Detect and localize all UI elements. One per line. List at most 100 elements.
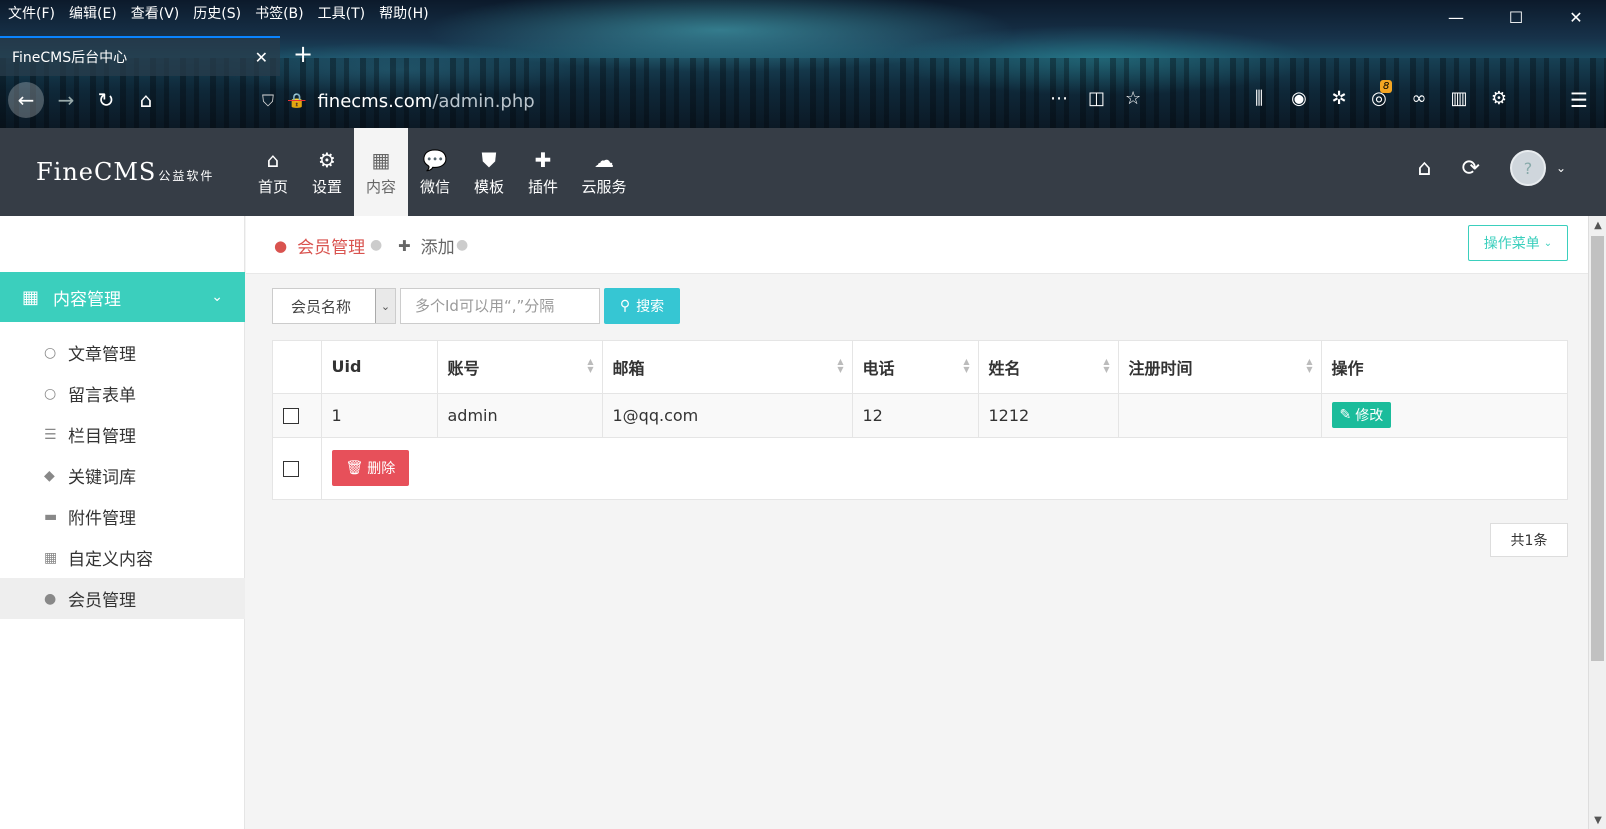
sort-icon: ▲ ▼ — [587, 357, 594, 374]
column-reg-time[interactable]: 注册时间 ▲ ▼ — [1118, 341, 1322, 394]
menu-tools[interactable]: 工具(T) — [318, 3, 365, 23]
extension-badge-icon[interactable]: ◎ 8 — [1368, 80, 1393, 109]
pocket-icon[interactable]: ◫ — [1088, 88, 1105, 109]
menu-view[interactable]: 查看(V) — [131, 3, 180, 23]
column-uid[interactable]: Uid — [321, 341, 438, 394]
row-checkbox[interactable] — [283, 408, 299, 424]
nav-label: 内容 — [365, 177, 396, 196]
back-arrow-icon[interactable]: ← — [8, 82, 44, 118]
sort-icon: ▲ ▼ — [1306, 357, 1313, 374]
nav-wechat[interactable]: 💬 微信 — [408, 128, 462, 216]
menu-help[interactable]: 帮助(H) — [379, 3, 428, 23]
sidebar-item-members[interactable]: ● 会员管理 — [0, 578, 245, 619]
delete-button[interactable]: 🗑 删除 — [331, 450, 410, 487]
breadcrumb-separator: ● — [370, 237, 383, 253]
vertical-scrollbar[interactable]: ▲ ▼ — [1588, 216, 1606, 829]
html5-icon: ⛊ — [481, 147, 497, 172]
breadcrumb-label: 添加 — [420, 238, 455, 258]
nav-home[interactable]: ⌂ 首页 — [246, 128, 300, 216]
delete-button-label: 删除 — [367, 461, 396, 478]
top-nav: ⌂ 首页 ⚙ 设置 ▦ 内容 💬 微信 ⛊ 模板 ✚ 插件 ☁ 云服务 — [246, 128, 638, 216]
chevron-down-icon[interactable]: ⌄ — [375, 289, 395, 323]
sidebar-section-content[interactable]: ▦ 内容管理 ⌄ — [0, 272, 245, 322]
header-actions: ⌂ ⟳ ? ⌄ — [1418, 150, 1566, 186]
sidebar-item-forms[interactable]: ○ 留言表单 — [0, 373, 245, 414]
settings-gear-icon[interactable]: ⚙ — [1488, 88, 1510, 109]
menu-bookmarks[interactable]: 书签(B) — [255, 3, 304, 23]
sidebar: ▦ 内容管理 ⌄ ○ 文章管理 ○ 留言表单 ☰ 栏目管理 ◆ 关键词库 ▬ 附… — [0, 216, 245, 829]
column-phone[interactable]: 电话 ▲ ▼ — [852, 341, 979, 394]
tracking-shield-icon[interactable]: ⛉ — [262, 91, 274, 111]
main-content: ● 会员管理 ● ✚ 添加 ● 操作菜单 ⌄ 会员名称 ⌄ ⚲ 搜索 — [246, 216, 1588, 829]
edit-button[interactable]: ✎ 修改 — [1331, 402, 1392, 428]
menu-history[interactable]: 历史(S) — [193, 3, 241, 23]
select-all-cell — [273, 437, 322, 499]
column-email[interactable]: 邮箱 ▲ ▼ — [602, 341, 853, 394]
logo[interactable]: FineCMS 公益软件 — [36, 158, 214, 186]
search-icon: ⚲ — [619, 298, 631, 314]
breadcrumb-members[interactable]: ● 会员管理 — [274, 233, 366, 259]
tab-close-icon[interactable]: ✕ — [255, 48, 268, 67]
table-header-row: Uid 账号 ▲ ▼ 邮箱 ▲ ▼ 电话 ▲ ▼ 姓名 ▲ ▼ 注册时间 ▲ ▼ 操作 — [273, 341, 1567, 394]
nav-label: 插件 — [527, 177, 558, 196]
wechat-icon: 💬 — [422, 147, 448, 172]
nav-label: 模板 — [473, 177, 504, 196]
menu-edit[interactable]: 编辑(E) — [69, 3, 117, 23]
cell-phone: 12 — [852, 393, 979, 438]
sidebar-item-categories[interactable]: ☰ 栏目管理 — [0, 414, 245, 455]
minimize-button[interactable]: — — [1426, 0, 1486, 34]
browser-home-icon[interactable]: ⌂ — [128, 82, 164, 118]
insecure-lock-icon[interactable]: 🔒 — [288, 93, 305, 109]
url-path: /admin.php — [432, 90, 535, 112]
tag-icon: ◆ — [44, 467, 55, 484]
url-bar[interactable]: ⛉ 🔒 finecms.com /admin.php — [262, 84, 1162, 118]
nav-content[interactable]: ▦ 内容 — [354, 128, 408, 216]
mask-icon[interactable]: ∞ — [1408, 88, 1430, 109]
chevron-down-icon[interactable]: ⌄ — [1556, 161, 1566, 175]
reload-icon[interactable]: ↻ — [88, 82, 124, 118]
column-name[interactable]: 姓名 ▲ ▼ — [978, 341, 1119, 394]
header-select — [273, 341, 322, 394]
sidebar-item-custom[interactable]: ▦ 自定义内容 — [0, 537, 245, 578]
extension-icon[interactable]: ✲ — [1328, 88, 1350, 109]
sidebar-item-keywords[interactable]: ◆ 关键词库 — [0, 455, 245, 496]
sidebar-item-attachments[interactable]: ▬ 附件管理 — [0, 496, 245, 537]
maximize-button[interactable]: ☐ — [1486, 0, 1546, 34]
refresh-cache-icon[interactable]: ⟳ — [1462, 156, 1480, 181]
sidebar-toggle-icon[interactable]: ▥ — [1448, 88, 1470, 109]
column-action: 操作 — [1321, 341, 1567, 394]
column-account[interactable]: 账号 ▲ ▼ — [437, 341, 603, 394]
nav-cloud[interactable]: ☁ 云服务 — [570, 128, 638, 216]
browser-tab[interactable]: FineCMS后台中心 ✕ — [0, 36, 280, 76]
scroll-thumb[interactable] — [1591, 236, 1604, 661]
page-actions-icon[interactable]: ⋯ — [1050, 88, 1068, 109]
site-home-icon[interactable]: ⌂ — [1418, 156, 1432, 181]
avatar[interactable]: ? — [1509, 150, 1546, 186]
breadcrumb-label: 会员管理 — [297, 238, 366, 258]
sidebar-item-articles[interactable]: ○ 文章管理 — [0, 332, 245, 373]
library-icon[interactable]: ⫼ — [1248, 88, 1270, 109]
column-label: 邮箱 — [612, 358, 645, 378]
search-button[interactable]: ⚲ 搜索 — [604, 288, 680, 324]
column-label: 电话 — [862, 358, 895, 378]
browser-chrome: 文件(F) 编辑(E) 查看(V) 历史(S) 书签(B) 工具(T) 帮助(H… — [0, 0, 1606, 128]
new-tab-button[interactable]: + — [290, 40, 316, 68]
url-actions: ⋯ ◫ ☆ — [1050, 88, 1141, 109]
operation-menu-button[interactable]: 操作菜单 ⌄ — [1468, 225, 1568, 261]
nav-plugin[interactable]: ✚ 插件 — [516, 128, 570, 216]
breadcrumb-add[interactable]: ✚ 添加 — [398, 233, 455, 259]
account-icon[interactable]: ◉ — [1288, 88, 1310, 109]
scroll-up-icon[interactable]: ▲ — [1589, 216, 1606, 234]
nav-template[interactable]: ⛊ 模板 — [462, 128, 516, 216]
hamburger-menu-icon[interactable]: ☰ — [1570, 88, 1588, 112]
menu-file[interactable]: 文件(F) — [8, 3, 55, 23]
select-all-checkbox[interactable] — [283, 461, 299, 478]
bookmark-star-icon[interactable]: ☆ — [1125, 88, 1141, 109]
forward-arrow-icon[interactable]: → — [48, 82, 84, 118]
scroll-down-icon[interactable]: ▼ — [1589, 811, 1606, 829]
search-input[interactable] — [400, 288, 600, 324]
search-field-select[interactable]: 会员名称 ⌄ — [272, 288, 396, 324]
nav-settings[interactable]: ⚙ 设置 — [300, 128, 354, 216]
close-window-button[interactable]: ✕ — [1546, 0, 1606, 34]
cell-uid: 1 — [321, 393, 438, 438]
